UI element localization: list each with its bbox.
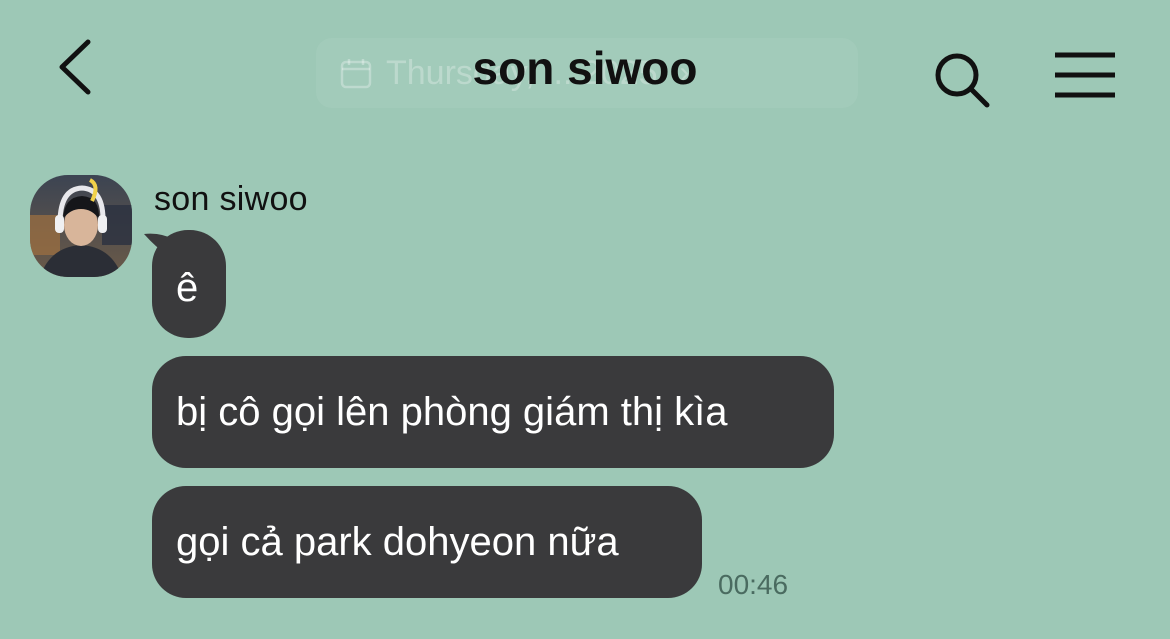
message-text: bị cô gọi lên phòng giám thị kìa — [176, 390, 728, 434]
message-text: ê — [176, 266, 199, 310]
date-pill-label: Thursday, ... 2025 — [386, 53, 658, 92]
search-icon — [935, 53, 990, 108]
sender-name: son siwoo — [154, 180, 308, 218]
avatar[interactable] — [30, 175, 132, 277]
calendar-icon — [340, 57, 372, 89]
message-bubble[interactable]: ê — [152, 230, 226, 338]
message-text: gọi cả park dohyeon nữa — [176, 520, 619, 564]
message-bubble[interactable]: bị cô gọi lên phòng giám thị kìa — [152, 356, 834, 468]
chevron-right-icon: › — [679, 56, 690, 89]
message-timestamp: 00:46 — [718, 569, 789, 600]
chat-header: Thursday, ... 2025 › son siwoo — [0, 0, 1170, 140]
search-button[interactable] — [932, 50, 992, 110]
back-button[interactable] — [52, 36, 102, 96]
date-jump-button[interactable]: Thursday, ... 2025 › — [316, 38, 858, 108]
menu-button[interactable] — [1052, 50, 1118, 100]
menu-icon — [1055, 52, 1115, 98]
chevron-left-icon — [59, 39, 91, 95]
message-bubble[interactable]: gọi cả park dohyeon nữa — [152, 486, 702, 598]
